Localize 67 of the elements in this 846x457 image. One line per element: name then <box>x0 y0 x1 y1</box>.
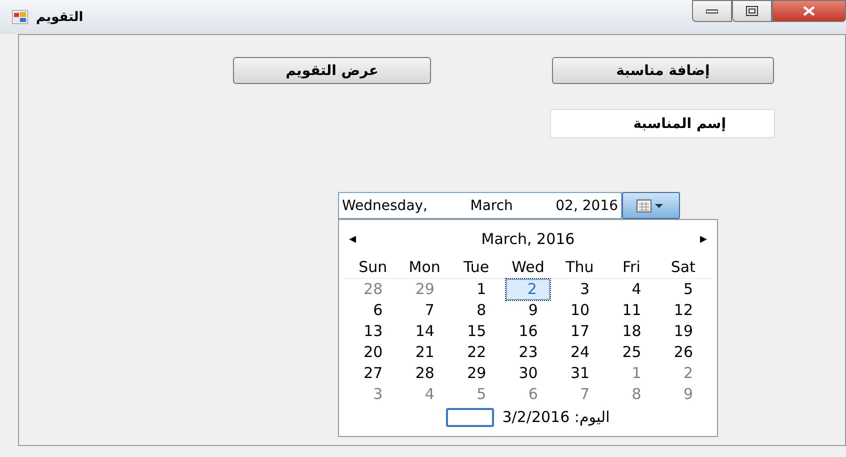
calendar-day[interactable]: 3 <box>347 384 399 405</box>
weekday-label: Sun <box>358 258 388 276</box>
calendar-day[interactable]: 3 <box>554 279 606 300</box>
weekday-label: Thu <box>564 258 595 276</box>
today-link[interactable]: اليوم: 3/2/2016 <box>502 408 610 426</box>
calendar-day[interactable]: 2 <box>657 363 709 384</box>
calendar-day[interactable]: 4 <box>606 279 658 300</box>
calendar-day[interactable]: 8 <box>606 384 658 405</box>
calendar-day[interactable]: 19 <box>657 321 709 342</box>
calendar-day[interactable]: 27 <box>347 363 399 384</box>
calendar-day[interactable]: 1 <box>606 363 658 384</box>
minimize-button[interactable] <box>692 0 732 22</box>
calendar-day[interactable]: 28 <box>398 363 450 384</box>
add-event-button[interactable]: إضافة مناسبة <box>552 57 774 84</box>
calendar-day[interactable]: 9 <box>657 384 709 405</box>
calendar-day[interactable]: 20 <box>347 342 399 363</box>
weekday-label: Wed <box>510 258 546 276</box>
event-name-field[interactable]: إسم المناسبة <box>550 109 775 138</box>
calendar-day[interactable]: 18 <box>606 321 658 342</box>
calendar-day[interactable]: 29 <box>398 279 450 300</box>
calendar-day[interactable]: 12 <box>657 300 709 321</box>
calendar-day[interactable]: 5 <box>657 279 709 300</box>
close-icon <box>802 6 816 16</box>
weekday-label: Tue <box>462 258 490 276</box>
calendar-day[interactable]: 22 <box>450 342 502 363</box>
calendar-dropdown-button[interactable] <box>622 192 680 219</box>
minimize-icon <box>706 8 718 14</box>
date-field[interactable]: Wednesday, March 02, 2016 <box>338 192 622 219</box>
calendar-day[interactable]: 9 <box>502 300 554 321</box>
calendar-day[interactable]: 25 <box>606 342 658 363</box>
weekday-label: Fri <box>622 258 642 276</box>
maximize-button[interactable] <box>732 0 772 22</box>
calendar-day[interactable]: 4 <box>398 384 450 405</box>
calendar-day[interactable]: 16 <box>502 321 554 342</box>
weekday-label: Mon <box>408 258 442 276</box>
calendar-day[interactable]: 10 <box>554 300 606 321</box>
next-month-button[interactable]: ▸ <box>700 231 707 247</box>
calendar-day[interactable]: 21 <box>398 342 450 363</box>
calendar-day[interactable]: 2 <box>506 279 550 300</box>
calendar-day[interactable]: 29 <box>450 363 502 384</box>
calendar-day[interactable]: 15 <box>450 321 502 342</box>
calendar-day[interactable]: 13 <box>347 321 399 342</box>
today-marker <box>446 408 494 426</box>
calendar-day[interactable]: 28 <box>347 279 399 300</box>
previous-month-button[interactable]: ◂ <box>349 231 356 247</box>
calendar-day[interactable]: 30 <box>502 363 554 384</box>
calendar-day[interactable]: 17 <box>554 321 606 342</box>
calendar-day[interactable]: 8 <box>450 300 502 321</box>
calendar-day[interactable]: 6 <box>347 300 399 321</box>
app-icon <box>12 10 28 24</box>
calendar-day[interactable]: 14 <box>398 321 450 342</box>
calendar-day[interactable]: 7 <box>554 384 606 405</box>
calendar-day[interactable]: 24 <box>554 342 606 363</box>
month-title[interactable]: March, 2016 <box>481 230 575 248</box>
maximize-icon <box>746 6 758 16</box>
calendar-day[interactable]: 7 <box>398 300 450 321</box>
window-title: التقويم <box>36 10 84 24</box>
calendar-day[interactable]: 6 <box>502 384 554 405</box>
calendar-day[interactable]: 1 <box>450 279 502 300</box>
weekday-label: Sat <box>670 258 696 276</box>
calendar-day[interactable]: 5 <box>450 384 502 405</box>
calendar-day[interactable]: 11 <box>606 300 658 321</box>
calendar-day[interactable]: 23 <box>502 342 554 363</box>
close-button[interactable] <box>772 0 846 22</box>
calendar-day[interactable]: 31 <box>554 363 606 384</box>
show-calendar-button[interactable]: عرض التقويم <box>233 57 431 84</box>
calendar-day[interactable]: 26 <box>657 342 709 363</box>
